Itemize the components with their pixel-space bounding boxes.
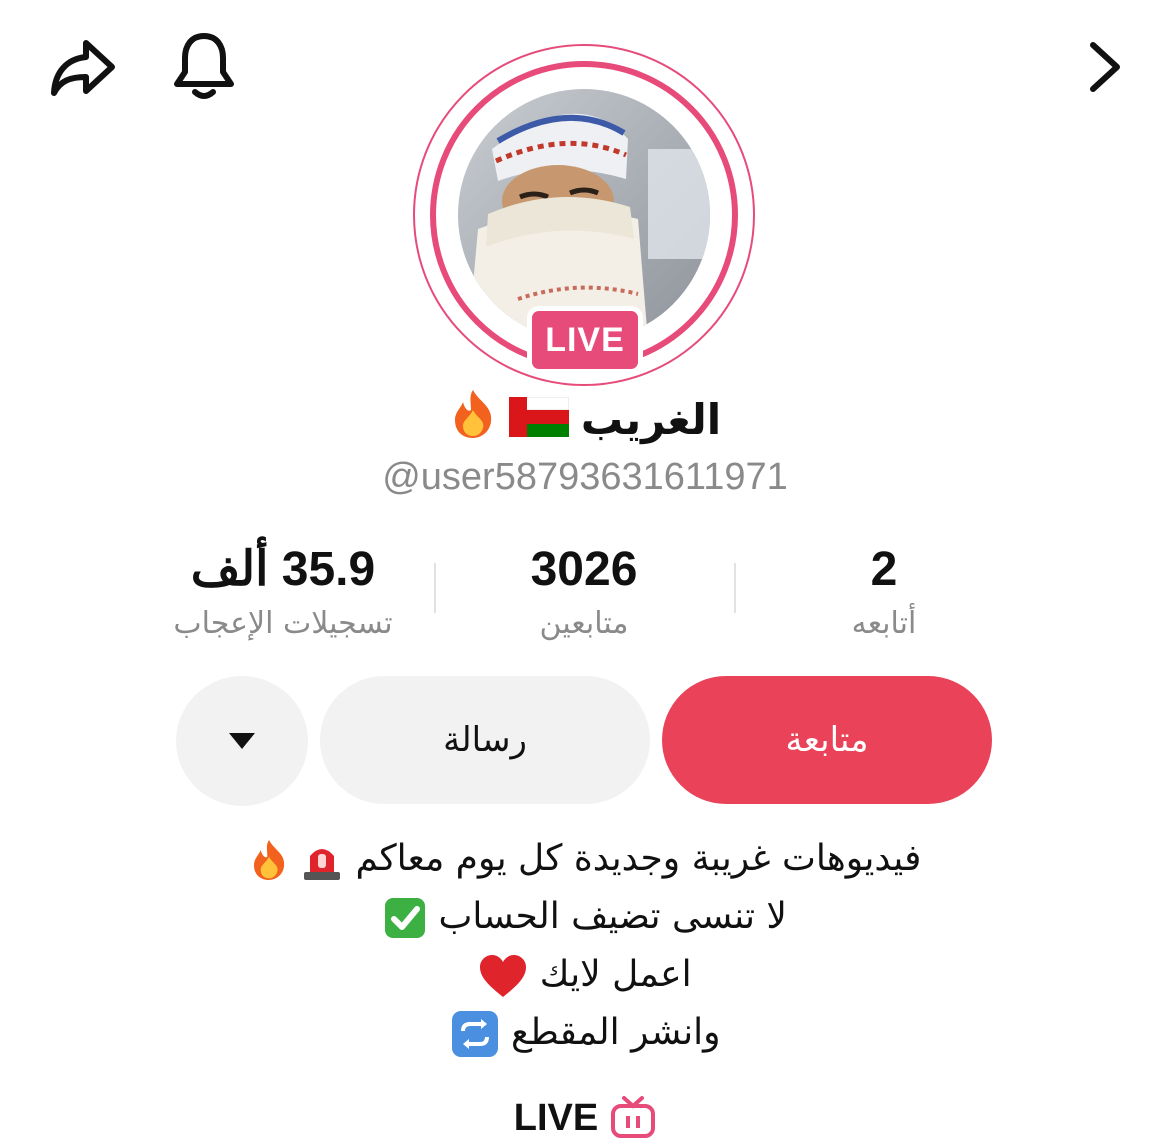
live-link[interactable]: LIVE	[0, 1094, 1170, 1142]
bio: فيديوهات غريبة وجديدة كل يوم معاكم لا تن…	[0, 830, 1170, 1062]
username-handle: @user58793631611971	[382, 456, 788, 498]
more-options-button[interactable]	[176, 676, 308, 806]
avatar[interactable]	[458, 89, 710, 341]
followers-label: متابعين	[539, 606, 629, 641]
bio-line: اعمل لايك	[0, 946, 1170, 1004]
fire-emoji-icon	[249, 838, 289, 880]
share-icon[interactable]	[42, 30, 122, 104]
message-button[interactable]: رسالة	[320, 676, 650, 804]
bio-line: وانشر المقطع	[0, 1004, 1170, 1062]
live-tv-icon	[610, 1094, 656, 1142]
following-label: أتابعه	[851, 606, 917, 641]
likes-label: تسجيلات الإعجاب	[173, 606, 393, 641]
red-heart-emoji-icon	[478, 954, 528, 997]
stat-likes[interactable]: 35.9 ألف تسجيلات الإعجاب	[133, 540, 433, 641]
check-mark-emoji-icon	[383, 896, 427, 938]
bell-icon[interactable]	[168, 28, 240, 104]
bio-line-2-text: لا تنسى تضيف الحساب	[438, 896, 787, 937]
chevron-right-icon[interactable]	[1070, 32, 1140, 102]
display-name: الغريب	[580, 394, 722, 444]
bio-line: لا تنسى تضيف الحساب	[0, 888, 1170, 946]
bio-line-4-text: وانشر المقطع	[510, 1012, 721, 1053]
bio-line-3-text: اعمل لايك	[539, 954, 692, 995]
live-badge[interactable]: LIVE	[527, 306, 643, 374]
stat-followers[interactable]: 3026 متابعين	[434, 540, 734, 641]
oman-flag-icon	[508, 396, 570, 441]
bio-line: فيديوهات غريبة وجديدة كل يوم معاكم	[0, 830, 1170, 888]
likes-count: 35.9 ألف	[190, 543, 376, 596]
bio-line-1-text: فيديوهات غريبة وجديدة كل يوم معاكم	[355, 838, 922, 879]
following-count: 2	[870, 543, 898, 596]
display-name-row: الغريب	[0, 384, 1170, 454]
siren-emoji-icon	[289, 838, 344, 880]
followers-count: 3026	[530, 543, 638, 596]
triangle-down-icon	[229, 733, 255, 749]
stat-following[interactable]: 2 أتابعه	[734, 540, 1034, 641]
repeat-emoji-icon	[450, 1011, 500, 1057]
follow-button[interactable]: متابعة	[662, 676, 992, 804]
fire-emoji-icon	[449, 388, 497, 451]
live-link-label: LIVE	[513, 1096, 599, 1139]
